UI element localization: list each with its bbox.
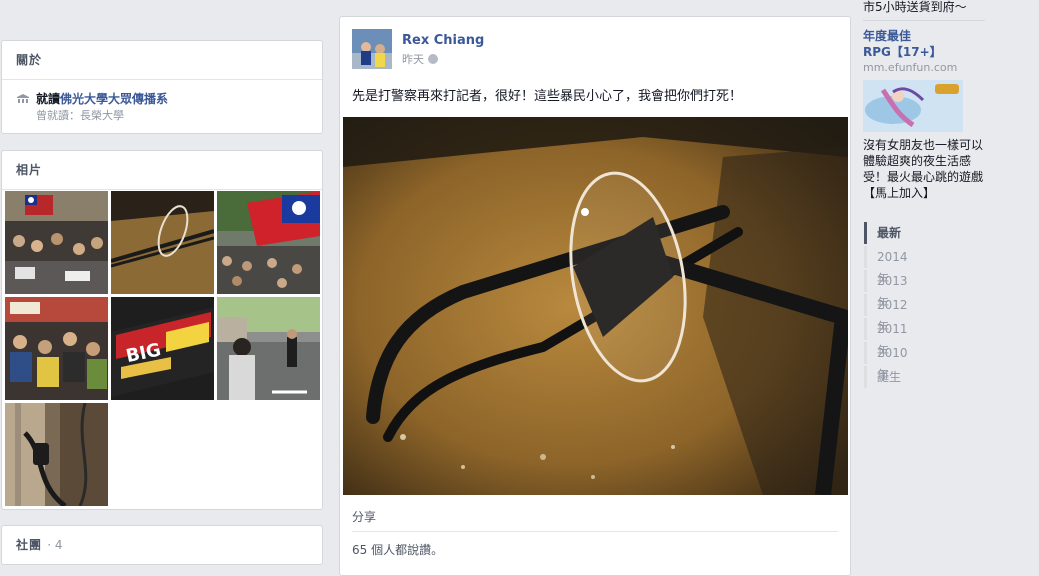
photo-thumbnail-seated-crowd[interactable] [5, 297, 108, 400]
photos-title[interactable]: 相片 [2, 151, 322, 190]
globe-icon[interactable] [428, 54, 438, 64]
photo-thumbnail-snack-package[interactable]: BIG [111, 297, 214, 400]
author-avatar[interactable] [352, 29, 392, 69]
ad-top-text[interactable]: 市5小時送貨到府～ [863, 0, 967, 15]
ad-title[interactable]: 年度最佳 RPG【17+】 [863, 28, 942, 60]
education-school-link[interactable]: 佛光大學大眾傳播系 [60, 92, 168, 106]
about-title[interactable]: 關於 [2, 41, 322, 80]
post-time-label[interactable]: 昨天 [402, 53, 424, 66]
ad-separator [863, 20, 985, 21]
post-text: 先是打警察再來打記者，很好！這些暴民小心了，我會把你們打死！ [352, 89, 743, 104]
timeline-item-born[interactable]: 誕生 [864, 366, 906, 388]
photo-thumbnail-flag-crowd[interactable] [217, 191, 320, 294]
ad-domain[interactable]: mm.efunfun.com [863, 61, 957, 74]
education-previous: 曾就讀：長榮大學 [36, 109, 124, 122]
groups-title[interactable]: 社團 · 4 [2, 526, 322, 564]
timeline-item-2014[interactable]: 2014年 [864, 246, 908, 286]
education-icon [17, 94, 29, 103]
post-author-name[interactable]: Rex Chiang [402, 33, 484, 48]
groups-card: 社團 · 4 [1, 525, 323, 565]
timeline-item-2011[interactable]: 2011年 [864, 318, 908, 358]
groups-count: · 4 [47, 538, 63, 552]
photos-card: 相片 BIG [1, 150, 323, 510]
education-prefix: 就讀 [36, 92, 61, 106]
photo-thumbnail-cables[interactable] [5, 403, 108, 506]
post-timestamp[interactable]: 昨天 [402, 51, 438, 67]
photo-thumbnail-broken-glasses[interactable] [111, 191, 214, 294]
timeline-item-2013[interactable]: 2013年 [864, 270, 908, 310]
post-divider [352, 531, 838, 532]
post-likes-summary[interactable]: 65 個人都說讚。 [352, 541, 443, 558]
share-link[interactable]: 分享 [352, 508, 376, 525]
timeline-item-2010[interactable]: 2010年 [864, 342, 908, 382]
timeline-item-latest[interactable]: 最新 [864, 222, 906, 244]
ad-image[interactable] [863, 80, 963, 132]
groups-title-label[interactable]: 社團 [16, 538, 42, 552]
timeline-item-2012[interactable]: 2012年 [864, 294, 908, 334]
education-entry: 就讀佛光大學大眾傳播系 曾就讀：長榮大學 [2, 80, 322, 124]
about-card: 關於 就讀佛光大學大眾傳播系 曾就讀：長榮大學 [1, 40, 323, 134]
photo-thumbnail-legislature[interactable] [5, 191, 108, 294]
photo-thumbnail-street[interactable] [217, 297, 320, 400]
post-photo[interactable] [343, 117, 848, 495]
timeline-nav: 最新 2014年 2013年 2012年 2011年 2010年 誕生 [864, 222, 908, 390]
ad-body[interactable]: 沒有女朋友也一樣可以體驗超爽的夜生活感受！最火最心跳的遊戲【馬上加入】 [863, 137, 988, 201]
post-card: Rex Chiang 昨天 先是打警察再來打記者，很好！這些暴民小心了，我會把你… [339, 16, 851, 576]
ad-title-line1[interactable]: 年度最佳 [863, 28, 942, 44]
ad-title-line2[interactable]: RPG【17+】 [863, 44, 942, 60]
